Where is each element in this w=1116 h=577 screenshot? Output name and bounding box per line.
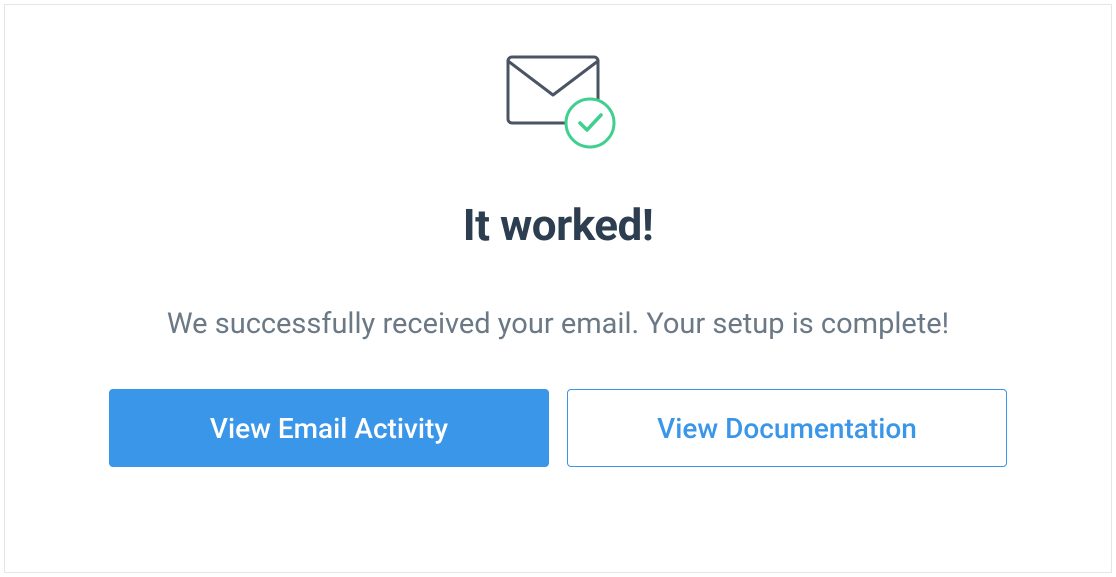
success-heading: It worked! xyxy=(463,199,653,251)
envelope-check-icon xyxy=(498,51,618,151)
success-subtext: We successfully received your email. You… xyxy=(167,307,949,341)
button-row: View Email Activity View Documentation xyxy=(109,389,1007,467)
view-documentation-button[interactable]: View Documentation xyxy=(567,389,1007,467)
confirmation-panel: It worked! We successfully received your… xyxy=(4,4,1112,573)
checkmark-circle-icon xyxy=(566,99,614,147)
view-email-activity-button[interactable]: View Email Activity xyxy=(109,389,549,467)
